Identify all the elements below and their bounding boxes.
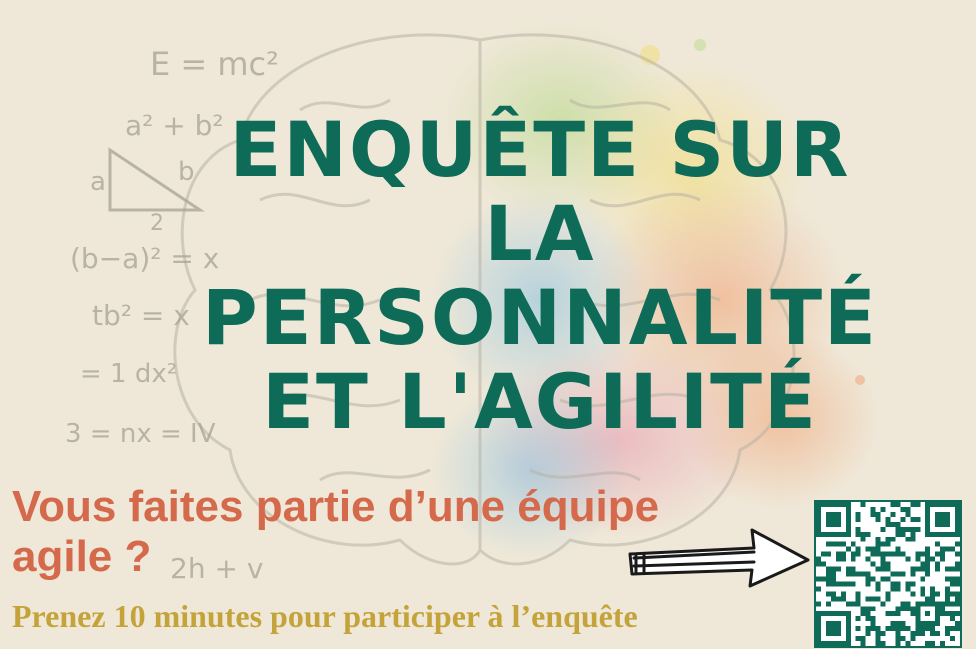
title-line: LA — [484, 189, 596, 278]
title-line: PERSONNALITÉ — [202, 273, 878, 362]
qr-code[interactable] — [814, 500, 962, 648]
title-line: ENQUÊTE SUR — [229, 105, 851, 194]
title-line: ET L'AGILITÉ — [262, 357, 818, 446]
arrow-right-icon — [628, 528, 810, 588]
call-to-action: Prenez 10 minutes pour participer à l’en… — [12, 598, 638, 634]
qr-code-icon — [816, 502, 960, 646]
formula-text: a — [90, 167, 106, 197]
poster-title: ENQUÊTE SUR LA PERSONNALITÉ ET L'AGILITÉ — [120, 108, 960, 444]
formula-text: E = mc² — [150, 45, 279, 83]
